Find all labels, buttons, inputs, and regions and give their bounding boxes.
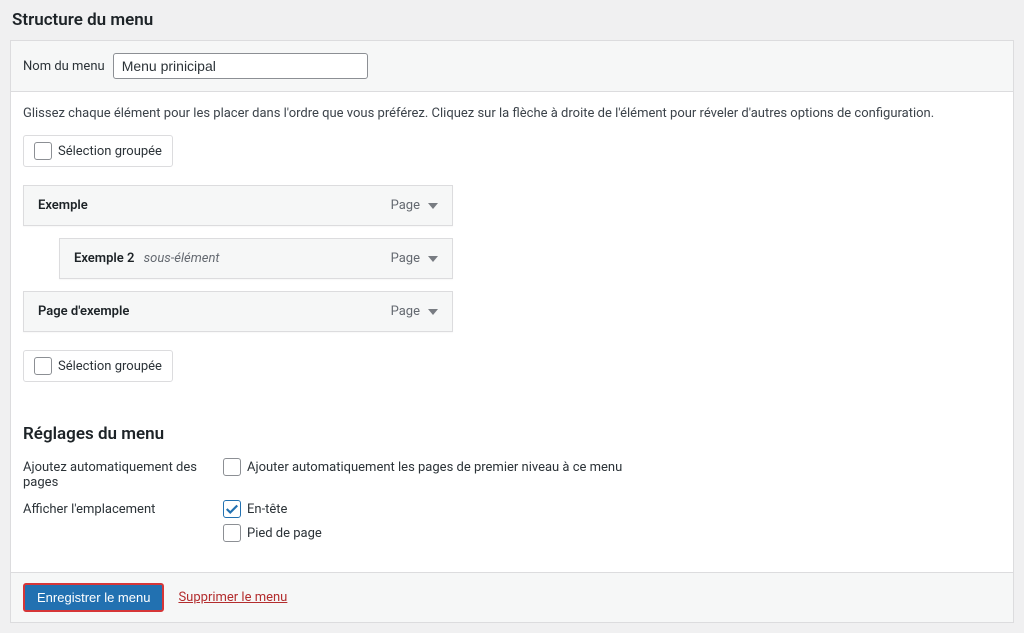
bulk-select-label: Sélection groupée bbox=[58, 359, 162, 374]
menu-item-title: Page d'exemple bbox=[38, 304, 129, 319]
auto-add-option[interactable]: Ajouter automatiquement les pages de pre… bbox=[223, 458, 1001, 476]
display-location-label: Afficher l'emplacement bbox=[23, 500, 223, 517]
auto-add-label: Ajoutez automatiquement des pages bbox=[23, 458, 223, 490]
auto-add-row: Ajoutez automatiquement des pages Ajoute… bbox=[23, 458, 1001, 490]
menu-item-title: Exemple 2 bbox=[74, 251, 134, 266]
menu-name-label: Nom du menu bbox=[23, 59, 105, 74]
menu-name-input[interactable] bbox=[113, 53, 368, 79]
save-menu-button[interactable]: Enregistrer le menu bbox=[23, 583, 164, 612]
panel-body: Glissez chaque élément pour les placer d… bbox=[11, 92, 1013, 572]
menu-settings-title: Réglages du menu bbox=[23, 424, 1001, 444]
location-label: Pied de page bbox=[247, 526, 322, 541]
delete-menu-link[interactable]: Supprimer le menu bbox=[178, 590, 287, 605]
caret-down-icon[interactable] bbox=[428, 256, 438, 262]
menu-structure-panel: Nom du menu Glissez chaque élément pour … bbox=[10, 40, 1014, 623]
menu-item-type: Page bbox=[391, 304, 420, 319]
instructions-text: Glissez chaque élément pour les placer d… bbox=[23, 106, 1001, 121]
bulk-select-bottom[interactable]: Sélection groupée bbox=[23, 350, 173, 382]
caret-down-icon[interactable] bbox=[428, 203, 438, 209]
menu-item[interactable]: Exemple Page bbox=[23, 185, 453, 226]
menu-item-type: Page bbox=[391, 198, 420, 213]
bulk-select-checkbox[interactable] bbox=[34, 142, 52, 160]
auto-add-checkbox[interactable] bbox=[223, 458, 241, 476]
bulk-select-checkbox[interactable] bbox=[34, 357, 52, 375]
location-checkbox-header[interactable] bbox=[223, 500, 241, 518]
menu-item-subtitle: sous-élément bbox=[144, 251, 220, 266]
panel-header: Nom du menu bbox=[11, 41, 1013, 92]
panel-footer: Enregistrer le menu Supprimer le menu bbox=[11, 572, 1013, 622]
bulk-select-top[interactable]: Sélection groupée bbox=[23, 135, 173, 167]
auto-add-option-label: Ajouter automatiquement les pages de pre… bbox=[247, 460, 622, 475]
location-option-footer[interactable]: Pied de page bbox=[223, 524, 1001, 542]
display-location-row: Afficher l'emplacement En-tête Pied de p… bbox=[23, 500, 1001, 548]
location-checkbox-footer[interactable] bbox=[223, 524, 241, 542]
menu-item[interactable]: Exemple 2 sous-élément Page bbox=[59, 238, 453, 279]
bulk-select-label: Sélection groupée bbox=[58, 144, 162, 159]
section-title: Structure du menu bbox=[10, 10, 1014, 30]
location-option-header[interactable]: En-tête bbox=[223, 500, 1001, 518]
caret-down-icon[interactable] bbox=[428, 309, 438, 315]
menu-item-title: Exemple bbox=[38, 198, 88, 213]
location-label: En-tête bbox=[247, 502, 287, 517]
menu-items-list: Exemple Page Exemple 2 sous-élément Page bbox=[23, 185, 453, 332]
menu-item-type: Page bbox=[391, 251, 420, 266]
menu-item[interactable]: Page d'exemple Page bbox=[23, 291, 453, 332]
